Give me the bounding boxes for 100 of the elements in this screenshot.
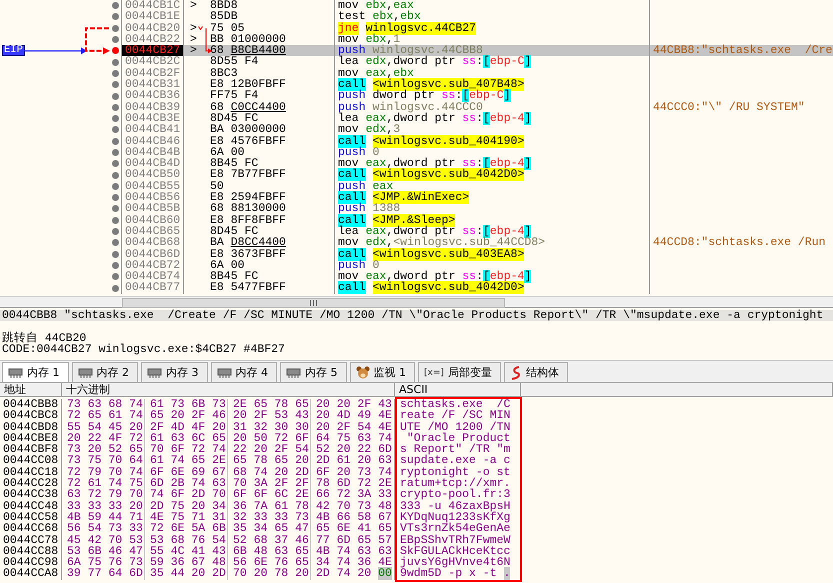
breakpoint-dot[interactable] — [112, 216, 119, 224]
ascii-text: ryptonight -o st — [400, 466, 510, 479]
comment: 44CCD8:"schtasks.exe /Run — [653, 236, 826, 250]
address-cell: 0044CB77 — [122, 282, 184, 294]
address-cell: 0044CC08 — [0, 455, 62, 467]
breakpoint-dot[interactable] — [112, 205, 119, 212]
address-cell: 0044CC98 — [0, 557, 62, 568]
breakpoint-dot[interactable] — [112, 172, 119, 179]
breakpoint-dot[interactable] — [112, 262, 119, 269]
ascii-text: schtasks.exe /C — [400, 398, 510, 411]
address-cell: 0044CB2C — [122, 56, 184, 68]
breakpoint-dot[interactable] — [112, 13, 119, 20]
address-cell: 0044CB1C — [122, 0, 184, 12]
breakpoint-dot[interactable] — [112, 138, 119, 145]
bytes-cell: FF75 F4 — [210, 89, 258, 102]
breakpoint-dot[interactable] — [112, 2, 119, 10]
memory-chip-icon — [147, 366, 162, 378]
hex-bytes: 64 75 63 74 — [316, 432, 392, 445]
hex-bytes: 4B 59 44 71 — [67, 510, 143, 524]
instruction: push winlogsvc.44CCC0 — [338, 100, 483, 114]
hex-bytes: 42 70 73 48 — [316, 500, 392, 513]
hex-bytes: 45 42 70 53 — [67, 534, 143, 547]
tab[interactable]: 内存 3 — [141, 362, 208, 382]
hex-bytes: 2E 65 78 65 — [233, 398, 309, 411]
tab[interactable]: 内存 5 — [280, 362, 346, 382]
tab[interactable]: 内存 2 — [72, 362, 138, 382]
breakpoint-dot[interactable] — [112, 228, 119, 236]
jump-marker: > — [190, 22, 197, 35]
hex-bytes: 72 65 61 74 — [67, 409, 143, 422]
hex-bytes: 72 6E 5A 6B — [150, 522, 226, 536]
address-cell: 0044CB4B — [122, 146, 184, 158]
memory-chip-icon — [78, 366, 92, 378]
squiggle-icon — [510, 366, 522, 380]
breakpoint-dot[interactable] — [112, 24, 119, 32]
breakpoint-dot[interactable] — [112, 36, 119, 44]
horizontal-scrollbar[interactable] — [0, 296, 833, 308]
ascii-text: EBpSShvTRh7FwmeW — [400, 534, 510, 547]
selected-char: . — [504, 567, 510, 580]
bytes-cell: E8 4576FBFF — [210, 134, 286, 148]
ascii-text: SkFGULACkHceKtcc — [400, 544, 510, 558]
breakpoint-dot[interactable] — [112, 115, 119, 122]
tab[interactable]: 内存 4 — [210, 362, 277, 382]
breakpoint-dot[interactable] — [112, 273, 119, 280]
breakpoint-dot[interactable] — [112, 70, 119, 77]
breakpoint-dot[interactable] — [112, 194, 119, 202]
column-header: ASCII — [395, 383, 521, 396]
hex-bytes: 70 3A 2F 2F — [233, 477, 309, 490]
hex-bytes: 39 77 64 6D — [67, 567, 143, 580]
tab[interactable]: 内存 1 — [2, 362, 68, 382]
ascii-text: UTE /MO 1200 /TN — [400, 420, 510, 434]
instruction: push 0 — [338, 258, 380, 272]
hex-bytes: 68 74 20 2D — [233, 466, 309, 479]
address-cell: 0044CB5B — [122, 203, 184, 215]
address-cell: 0044CC68 — [0, 523, 62, 535]
hex-bytes: 6B 48 63 65 — [233, 544, 309, 558]
breakpoint-dot[interactable] — [112, 160, 119, 168]
breakpoint-dot[interactable] — [112, 92, 119, 100]
bytes-cell: E8 7B77FBFF — [210, 168, 286, 182]
hex-bytes: 70 6F 72 74 — [150, 443, 226, 456]
hex-bytes: 63 72 79 70 — [67, 488, 143, 502]
hex-bytes: 6D 2B 74 63 — [150, 477, 226, 490]
breakpoint-dot[interactable] — [112, 149, 119, 156]
bytes-cell: 68 B8CB4400 — [210, 44, 286, 58]
ascii-text: VTs3rnZk54eGenAe — [400, 522, 510, 536]
hex-bytes: 56 6E 76 65 — [233, 556, 309, 570]
address-cell: 0044CC58 — [0, 512, 62, 524]
hex-bytes: 31 32 30 30 — [233, 420, 309, 434]
tab[interactable]: 结构体 — [504, 362, 568, 382]
hex-bytes: 2D 61 20 63 — [316, 454, 392, 468]
address-cell: 0044CB2F — [122, 68, 184, 80]
hex-bytes: 59 36 67 48 — [150, 556, 226, 570]
breakpoint-dot[interactable] — [112, 47, 119, 54]
ascii-text: supdate.exe -a c — [400, 454, 510, 468]
tab[interactable]: [x=] 局部变量 — [418, 362, 501, 382]
breakpoint-dot[interactable] — [112, 182, 119, 190]
address-cell: 0044CB60 — [122, 214, 184, 226]
breakpoint-dot[interactable] — [112, 104, 119, 111]
address-cell: 0044CC18 — [0, 466, 62, 478]
breakpoint-dot[interactable] — [112, 126, 119, 134]
breakpoint-dot[interactable] — [112, 250, 119, 258]
bytes-cell: BA D8CC4400 — [210, 236, 286, 250]
bytes-cell: 85DB — [210, 10, 238, 24]
tab[interactable]: 监视 1 — [350, 362, 415, 382]
address-cell: 0044CB56 — [122, 192, 184, 204]
instruction: push 0 — [338, 146, 380, 159]
breakpoint-dot[interactable] — [112, 239, 119, 246]
hex-bytes: 35 44 20 2D — [150, 567, 226, 580]
breakpoint-dot[interactable] — [112, 58, 119, 66]
scrollbar-thumb[interactable] — [122, 298, 505, 308]
jump-marker: > — [190, 44, 197, 58]
instruction: mov eax,ebx — [338, 66, 414, 80]
instruction: test ebx,ebx — [338, 10, 421, 24]
hex-bytes: 65 20 2F 46 — [150, 409, 226, 422]
address-cell: 0044CB68 — [122, 237, 184, 249]
hex-bytes: 6F 6E 69 67 — [150, 466, 226, 479]
breakpoint-dot[interactable] — [112, 284, 119, 292]
bytes-cell: 8BD8 — [210, 0, 238, 12]
breakpoint-dot[interactable] — [112, 81, 119, 88]
hex-bytes: 20 50 72 6F — [233, 432, 309, 445]
instruction: lea eax,dword ptr ss:[ebp-4] — [338, 224, 532, 238]
